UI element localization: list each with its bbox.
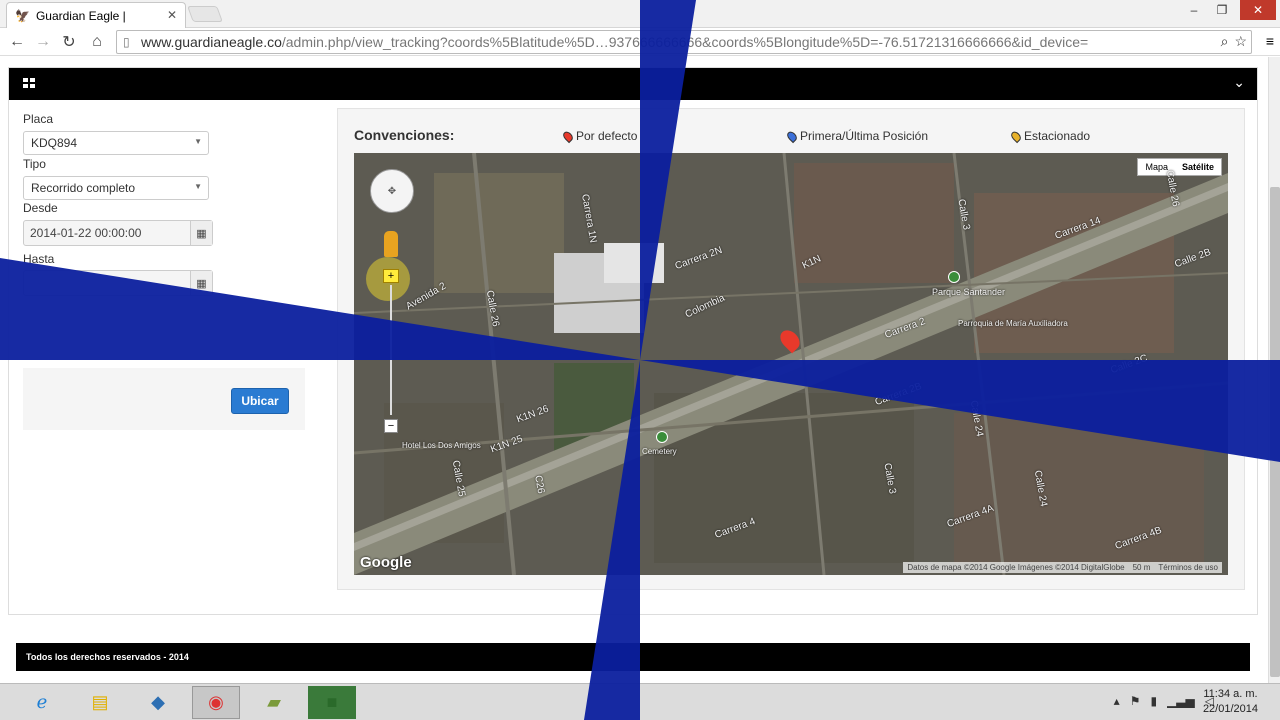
tab-title: Guardian Eagle | <box>35 8 126 23</box>
map-container: Convenciones: Por defecto Primera/Última… <box>337 108 1245 590</box>
action-center-icon[interactable]: ⚑ <box>1130 694 1141 708</box>
url-domain: www.guardianeagle.co <box>141 34 282 50</box>
scrollbar-thumb[interactable] <box>1270 187 1280 677</box>
page-icon: ▯ <box>123 35 130 49</box>
legend-label: Por defecto <box>576 129 638 143</box>
reload-icon[interactable]: ↻ <box>58 31 80 53</box>
pan-control-icon[interactable]: ✥ <box>370 169 414 213</box>
url-path: /admin.php/view_tracking?coords%5Blatitu… <box>281 34 1089 50</box>
placa-label: Placa <box>23 112 54 126</box>
map-type-control: Mapa Satélite <box>1137 158 1222 176</box>
map-attribution: Datos de mapa ©2014 Google Imágenes ©201… <box>903 562 1222 573</box>
desde-label: Desde <box>23 201 58 215</box>
hasta-label: Hasta <box>23 252 55 266</box>
chevron-down-icon[interactable]: ⌄ <box>1233 74 1245 91</box>
footer: Todos los derechos reservados - 2014 <box>16 643 1250 671</box>
internet-explorer-icon[interactable]: ℯ <box>18 686 66 719</box>
map-label: Hotel Los Dos Amigos <box>402 441 481 450</box>
browser-tab[interactable]: 🦅 Guardian Eagle | ✕ <box>6 2 186 28</box>
clock[interactable]: 11:34 a. m. 22/01/2014 <box>1203 687 1258 717</box>
star-icon[interactable]: ☆ <box>1234 33 1247 50</box>
forward-icon[interactable]: → <box>32 31 54 53</box>
clock-time: 11:34 a. m. <box>1203 688 1258 700</box>
battery-icon[interactable]: ▮ <box>1150 694 1157 708</box>
calendar-icon[interactable]: ▦ <box>190 221 212 245</box>
map-pin-icon <box>1009 129 1023 143</box>
home-icon[interactable]: ⌂ <box>86 31 108 53</box>
back-icon[interactable]: ← <box>6 31 28 53</box>
ubicar-button[interactable]: Ubicar <box>231 388 289 414</box>
camera-icon[interactable]: ■ <box>308 686 356 719</box>
desde-datetime-input[interactable]: 2014-01-22 00:00:00 ▦ <box>23 220 213 246</box>
tipo-label: Tipo <box>23 157 46 171</box>
map-label: Cemetery <box>642 447 677 456</box>
page-scrollbar[interactable] <box>1268 57 1280 683</box>
menu-icon[interactable]: ≡ <box>1266 33 1274 49</box>
chevron-up-icon[interactable]: ▴ <box>1114 694 1120 708</box>
map-type-satellite-button[interactable]: Satélite <box>1175 159 1221 175</box>
legend-item-parked: Estacionado <box>1009 129 1091 143</box>
clock-date: 22/01/2014 <box>1202 703 1258 715</box>
park-icon <box>948 271 960 283</box>
cemetery-icon <box>656 431 668 443</box>
file-explorer-icon[interactable]: ▤ <box>76 686 124 719</box>
map-pin-icon <box>785 129 799 143</box>
search-icon[interactable]: ⌕ <box>1221 33 1229 50</box>
address-bar[interactable]: ▯ www.guardianeagle.co/admin.php/view_tr… <box>116 30 1252 54</box>
browser-titlebar: 🦅 Guardian Eagle | ✕ – ❐ ✕ <box>0 0 1280 28</box>
tipo-select[interactable]: Recorrido completo ▼ <box>23 176 209 200</box>
legend-item-default: Por defecto <box>561 129 638 143</box>
placa-value: KDQ894 <box>31 136 78 150</box>
scale-label: 50 m <box>1132 563 1151 572</box>
zoom-out-button[interactable]: − <box>384 419 398 433</box>
tracking-panel: ⌄ Placa KDQ894 ▼ Tipo Recorrido completo… <box>8 67 1258 615</box>
placa-select[interactable]: KDQ894 ▼ <box>23 131 209 155</box>
notes-icon[interactable]: ▰ <box>250 686 298 719</box>
attribution-text: Datos de mapa ©2014 Google Imágenes ©201… <box>907 563 1125 572</box>
new-tab-button[interactable] <box>187 6 223 22</box>
map-pin-icon <box>561 129 575 143</box>
pegman-icon[interactable] <box>384 231 398 257</box>
zoom-slider[interactable] <box>390 285 392 415</box>
chrome-icon[interactable]: ◉ <box>192 686 240 719</box>
tipo-value: Recorrido completo <box>31 181 136 195</box>
caret-down-icon: ▼ <box>194 137 202 146</box>
caret-down-icon: ▼ <box>194 182 202 191</box>
legend-title: Convenciones: <box>354 127 455 143</box>
restore-button[interactable]: ❐ <box>1208 0 1236 20</box>
page-content: ⌄ Placa KDQ894 ▼ Tipo Recorrido completo… <box>0 57 1268 683</box>
hasta-datetime-input[interactable]: ▦ <box>23 270 213 296</box>
calendar-icon[interactable]: ▦ <box>190 271 212 295</box>
tab-close-icon[interactable]: ✕ <box>167 8 177 22</box>
desde-value: 2014-01-22 00:00:00 <box>30 226 142 240</box>
signal-icon[interactable]: ▁▃▅ <box>1167 694 1195 708</box>
panel-header: ⌄ <box>9 68 1257 100</box>
grid-icon <box>23 78 35 88</box>
minimize-button[interactable]: – <box>1180 0 1208 20</box>
map-label: Parque Santander <box>932 287 1006 297</box>
map-label: Parroquia de María Auxiliadora <box>958 319 1068 328</box>
window-close-button[interactable]: ✕ <box>1240 0 1276 20</box>
legend-label: Estacionado <box>1024 129 1091 143</box>
satellite-map[interactable]: Mapa Satélite ✥ + − Colombia K1N K1N 26 … <box>354 153 1228 575</box>
windows-taskbar: ℯ ▤ ◆ ◉ ▰ ■ ▴ ⚑ ▮ ▁▃▅ ◁ 11:34 a. m. 22/0… <box>0 683 1280 720</box>
network-icon[interactable]: ◆ <box>134 686 182 719</box>
system-tray: ▴ ⚑ ▮ ▁▃▅ ◁ <box>1114 694 1214 708</box>
legend-item-first-last: Primera/Última Posición <box>785 129 929 143</box>
browser-toolbar: ← → ↻ ⌂ ▯ www.guardianeagle.co/admin.php… <box>0 28 1280 56</box>
eagle-icon: 🦅 <box>15 8 30 23</box>
legend-label: Primera/Última Posición <box>800 129 929 143</box>
google-logo: Google <box>360 554 412 571</box>
zoom-in-button[interactable]: + <box>383 269 399 283</box>
terms-link[interactable]: Términos de uso <box>1158 563 1218 572</box>
